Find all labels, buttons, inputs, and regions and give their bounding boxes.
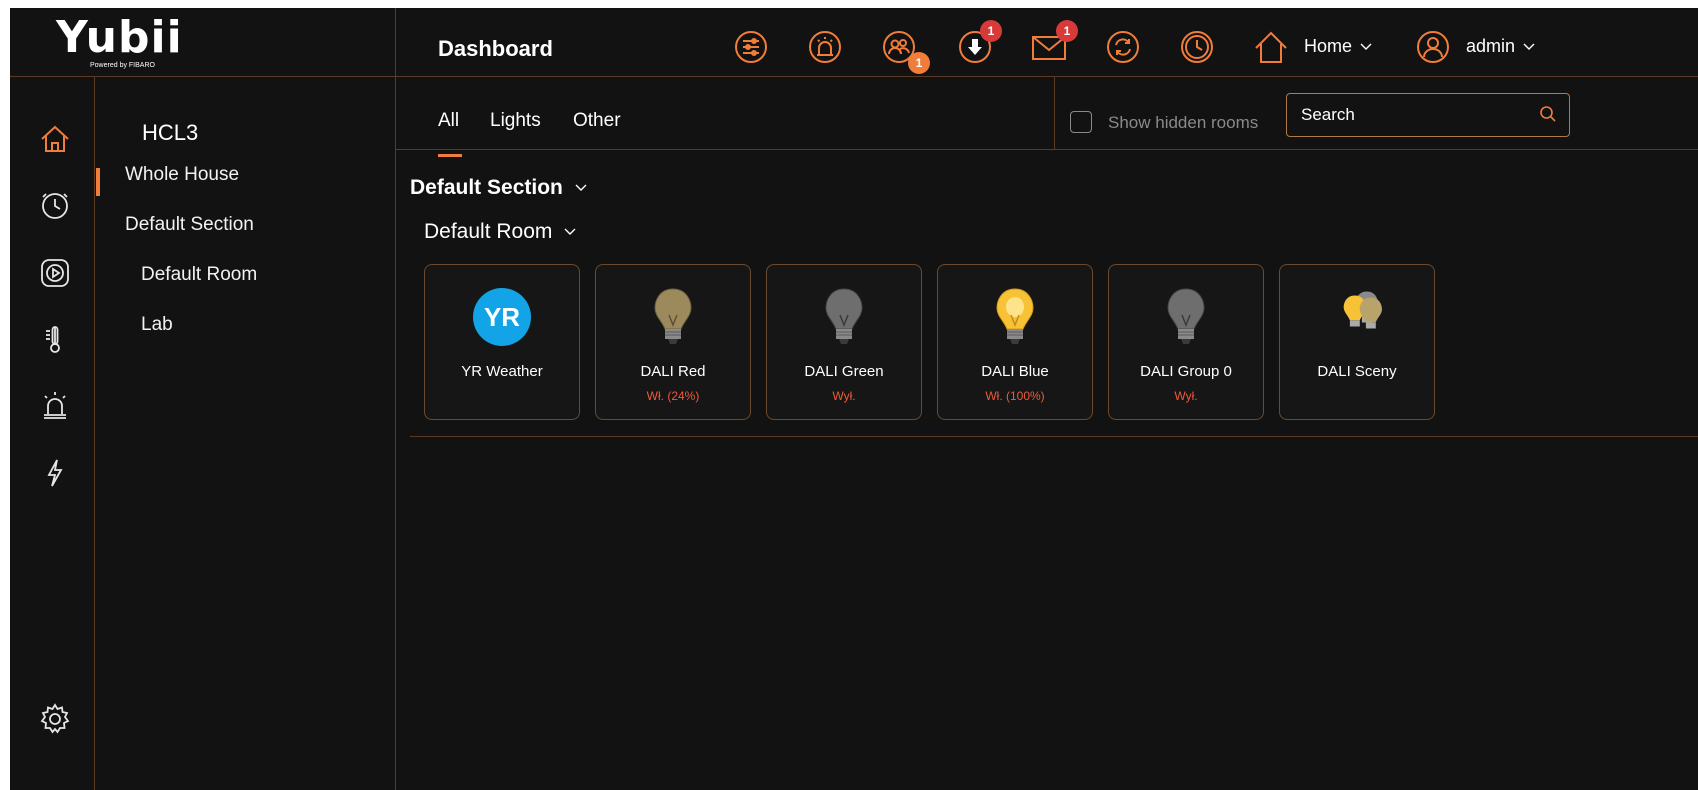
- device-status: Wył.: [832, 389, 856, 403]
- device-tile-yr-weather[interactable]: YR YR Weather: [424, 264, 580, 420]
- device-tile-dali-blue[interactable]: DALI Blue Wł. (100%): [937, 264, 1093, 420]
- yr-weather-icon: YR: [470, 285, 534, 349]
- device-status: Wł. (24%): [646, 389, 700, 403]
- user-dropdown[interactable]: admin: [1466, 36, 1535, 57]
- section-heading-label: Default Section: [410, 176, 563, 199]
- mail-icon[interactable]: 1: [1030, 20, 1078, 66]
- room-heading-label: Default Room: [424, 220, 553, 243]
- bulb-dim-icon: [641, 285, 705, 349]
- active-room-indicator: [96, 168, 100, 196]
- device-name: DALI Blue: [981, 363, 1049, 380]
- mail-badge: 1: [1056, 20, 1078, 42]
- clock-icon[interactable]: [1178, 28, 1216, 66]
- search-input[interactable]: [1286, 93, 1570, 137]
- rail-scheduler-icon[interactable]: [38, 188, 72, 222]
- sidebar-item-default-section[interactable]: Default Section: [125, 214, 254, 236]
- sidebar-item-whole-house[interactable]: Whole House: [125, 164, 239, 186]
- rail-alarm-icon[interactable]: [38, 388, 72, 422]
- bulb-on-icon: [983, 285, 1047, 349]
- logo-subtitle: Powered by FIBARO: [90, 62, 155, 69]
- sync-icon[interactable]: [1104, 28, 1142, 66]
- search-icon[interactable]: [1538, 104, 1558, 124]
- logo-wordmark: Yubii: [56, 12, 183, 63]
- rail-settings-icon[interactable]: [38, 702, 72, 736]
- home-dropdown[interactable]: Home: [1304, 36, 1372, 57]
- bulb-off-icon: [1154, 285, 1218, 349]
- yubii-logo[interactable]: Yubii Powered by FIBARO: [10, 8, 396, 84]
- rail-energy-icon[interactable]: [38, 456, 72, 490]
- user-dropdown-label: admin: [1466, 36, 1516, 56]
- room-heading[interactable]: Default Room: [424, 220, 576, 244]
- chevron-down-icon: [564, 228, 576, 235]
- device-tile-dali-red[interactable]: DALI Red Wł. (24%): [595, 264, 751, 420]
- chevron-down-icon: [575, 184, 587, 191]
- page-title: Dashboard: [438, 36, 553, 61]
- users-icon[interactable]: 1: [880, 28, 930, 74]
- tab-other[interactable]: Other: [573, 110, 621, 132]
- bulbs-scene-icon: [1325, 285, 1389, 349]
- tab-lights[interactable]: Lights: [490, 110, 541, 132]
- device-name: DALI Sceny: [1317, 363, 1397, 380]
- alarm-icon[interactable]: [806, 28, 844, 66]
- user-avatar-icon[interactable]: [1414, 28, 1452, 66]
- gateway-title: HCL3: [142, 120, 199, 145]
- chevron-down-icon: [1523, 43, 1535, 50]
- filters-divider: [1054, 77, 1055, 149]
- device-name: YR Weather: [461, 363, 543, 380]
- sidebar-item-default-room[interactable]: Default Room: [141, 264, 257, 286]
- device-status: Wył.: [1174, 389, 1198, 403]
- rail-divider: [94, 77, 95, 790]
- device-status: Wł. (100%): [985, 389, 1045, 403]
- bulb-off-icon: [812, 285, 876, 349]
- chevron-down-icon: [1360, 43, 1372, 50]
- rail-home-icon[interactable]: [38, 122, 72, 156]
- home-icon[interactable]: [1252, 28, 1290, 66]
- sidebar-divider: [395, 8, 396, 790]
- device-tile-dali-sceny[interactable]: DALI Sceny: [1279, 264, 1435, 420]
- tabs-divider: [396, 149, 1698, 150]
- devices-list-icon[interactable]: [732, 28, 770, 66]
- download-icon[interactable]: 1: [956, 20, 1002, 66]
- sidebar-item-lab[interactable]: Lab: [141, 314, 173, 336]
- svg-text:YR: YR: [484, 302, 520, 332]
- device-tile-dali-group-0[interactable]: DALI Group 0 Wył.: [1108, 264, 1264, 420]
- show-hidden-rooms-checkbox[interactable]: [1070, 111, 1092, 133]
- app-window: Yubii Powered by FIBARO Dashboard 1 1 1 …: [10, 8, 1698, 790]
- device-tile-dali-green[interactable]: DALI Green Wył.: [766, 264, 922, 420]
- device-name: DALI Group 0: [1140, 363, 1232, 380]
- section-heading[interactable]: Default Section: [410, 176, 587, 200]
- tab-all[interactable]: All: [438, 110, 459, 132]
- active-tab-underline: [438, 154, 462, 157]
- rail-scenes-icon[interactable]: [38, 256, 72, 290]
- show-hidden-rooms-label: Show hidden rooms: [1108, 113, 1259, 132]
- download-badge: 1: [980, 20, 1002, 42]
- rail-climate-icon[interactable]: [38, 322, 72, 356]
- device-name: DALI Red: [640, 363, 706, 380]
- device-name: DALI Green: [804, 363, 884, 380]
- users-badge: 1: [908, 52, 930, 74]
- home-dropdown-label: Home: [1304, 36, 1353, 56]
- room-bottom-divider: [410, 436, 1698, 437]
